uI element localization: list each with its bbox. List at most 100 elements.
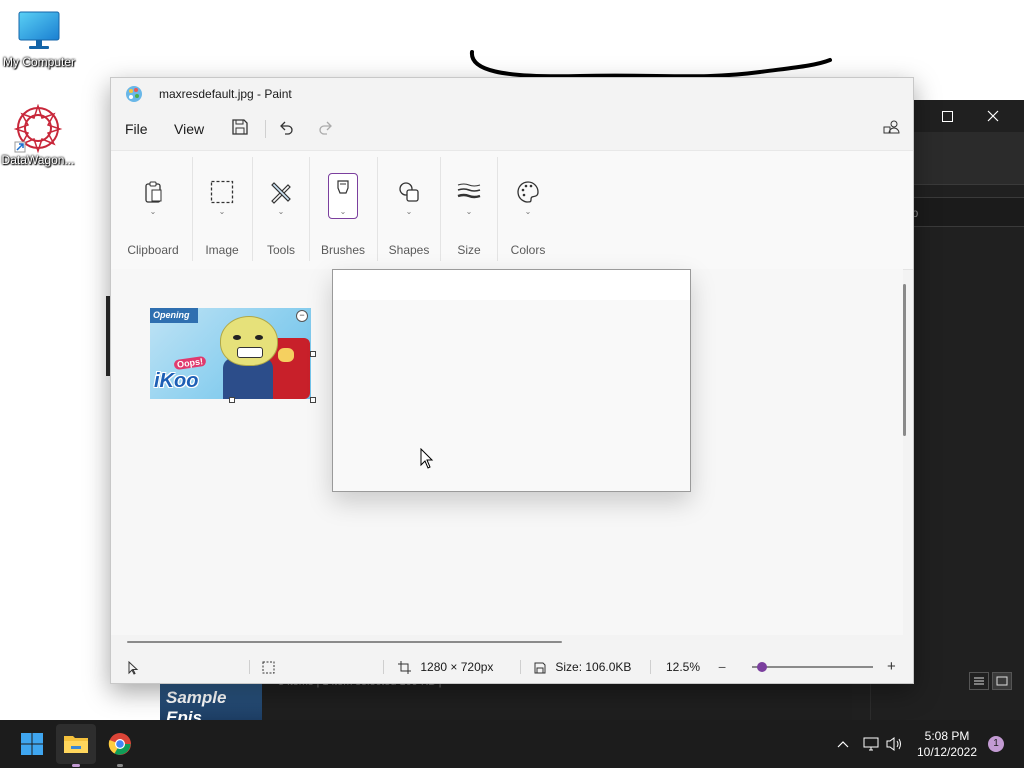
explorer-statusbar: Sample Epis 3 items | 1 item selected 10… <box>160 676 852 720</box>
image-close-badge: − <box>296 310 308 322</box>
image-canvas[interactable]: Opening − Oops! iKoo <box>150 308 311 399</box>
paint-app-icon <box>126 86 142 102</box>
blank-dialog[interactable] <box>332 269 691 492</box>
menu-view[interactable]: View <box>174 110 204 148</box>
status-divider <box>383 660 384 674</box>
resize-handle-corner[interactable] <box>310 397 316 403</box>
canvas-size: 1280 × 720px <box>398 651 493 683</box>
large-icons-view-icon <box>996 676 1008 686</box>
undo-icon <box>280 121 293 135</box>
start-button[interactable] <box>12 720 52 768</box>
details-view-button[interactable] <box>969 672 989 690</box>
opening-badge: Opening <box>150 308 198 323</box>
group-colors[interactable]: ⌄ Colors <box>498 151 558 269</box>
taskbar-chrome[interactable] <box>100 720 140 768</box>
running-app-indicator <box>117 764 123 767</box>
save-icon <box>232 119 248 135</box>
selection-icon <box>206 177 238 207</box>
shapes-icon <box>393 177 425 207</box>
menu-file[interactable]: File <box>125 110 148 148</box>
group-tools[interactable]: ⌄ Tools <box>253 151 309 269</box>
group-brushes[interactable]: ⌄ Brushes <box>310 151 376 269</box>
save-button[interactable] <box>231 118 253 140</box>
desktop-icon-my-computer[interactable]: My Computer <box>1 10 77 69</box>
selection-size <box>262 651 275 683</box>
group-label: Shapes <box>388 243 430 257</box>
zoom-slider-thumb[interactable] <box>756 662 767 672</box>
chevron-down-icon: ⌄ <box>405 207 413 216</box>
group-shapes[interactable]: ⌄ Shapes <box>378 151 440 269</box>
search-input[interactable]: op <box>902 197 1024 227</box>
clock[interactable]: 5:08 PM 10/12/2022 <box>912 728 982 760</box>
maximize-icon <box>941 110 953 122</box>
monitor-icon <box>18 11 60 49</box>
character-hand <box>278 348 294 362</box>
folder-icon <box>64 736 88 753</box>
notification-badge[interactable]: 1 <box>988 736 1004 752</box>
close-button[interactable] <box>970 100 1016 132</box>
thumbnail[interactable]: Sample Epis <box>160 682 262 720</box>
group-label: Size <box>457 243 481 257</box>
character-head <box>220 316 278 366</box>
undo-button[interactable] <box>277 118 299 140</box>
active-app-indicator <box>72 764 80 767</box>
tools-icon <box>265 177 297 207</box>
chevron-down-icon: ⌄ <box>149 207 157 216</box>
group-label: Brushes <box>320 243 366 257</box>
chevron-down-icon: ⌄ <box>465 207 473 216</box>
desktop-icon-label: DataWagon... <box>1 153 75 167</box>
paint-titlebar: maxresdefault.jpg - Paint <box>111 78 913 110</box>
logo-oops: Oops! <box>173 355 207 371</box>
chrome-icon <box>108 733 131 755</box>
mouse-cursor <box>420 448 434 469</box>
zoom-in-button[interactable]: + <box>887 651 896 683</box>
account-button[interactable] <box>883 118 905 140</box>
vertical-scrollbar[interactable] <box>903 284 906 436</box>
taskbar-file-explorer[interactable] <box>56 724 96 764</box>
zoom-level: 12.5% <box>666 660 701 674</box>
close-icon <box>987 110 999 122</box>
windows-logo-icon <box>21 733 43 755</box>
resize-handle-bottom[interactable] <box>229 397 235 403</box>
horizontal-scrollbar[interactable] <box>127 641 562 643</box>
redo-icon <box>319 121 332 135</box>
chevron-down-icon: ⌄ <box>218 207 226 216</box>
zoom-slider-track[interactable] <box>752 666 873 668</box>
desktop-icon-datawagon[interactable]: DataWagon... <box>0 103 76 167</box>
network-button[interactable] <box>860 720 882 768</box>
group-image[interactable]: ⌄ Image <box>193 151 251 269</box>
chevron-up-icon <box>837 741 849 748</box>
redo-button[interactable] <box>317 118 339 140</box>
group-label: Tools <box>266 243 295 257</box>
pointer-icon <box>128 660 139 675</box>
ribbon: ⌄ Clipboard ⌄ Image ⌄ Tools ⌄ Brushes ⌄ … <box>111 150 913 270</box>
paint-window: maxresdefault.jpg - Paint File View ⌄ Cl… <box>110 77 914 684</box>
show-hidden-icons-button[interactable] <box>832 720 854 768</box>
large-icons-view-button[interactable] <box>992 672 1012 690</box>
chevron-down-icon: ⌄ <box>339 207 347 216</box>
group-size[interactable]: ⌄ Size <box>441 151 497 269</box>
details-view-icon <box>974 677 984 685</box>
chevron-down-icon: ⌄ <box>277 207 285 216</box>
window-title: maxresdefault.jpg - Paint <box>159 87 292 101</box>
canvas-size-icon <box>398 661 411 675</box>
menu-bar: File View <box>111 110 913 148</box>
canvas-area[interactable]: Opening − Oops! iKoo <box>111 269 906 643</box>
status-divider <box>650 660 651 674</box>
speaker-icon <box>886 737 901 751</box>
status-divider <box>249 660 250 674</box>
taskbar: 5:08 PM 10/12/2022 1 <box>0 720 1024 768</box>
file-save-icon <box>534 662 546 674</box>
file-size: Size: 106.0KB <box>534 651 631 683</box>
resize-handle-right[interactable] <box>310 351 316 357</box>
logo-ikoo: iKoo <box>154 370 199 392</box>
status-bar: 1280 × 720px Size: 106.0KB 12.5% − + <box>111 651 913 683</box>
volume-button[interactable] <box>884 720 906 768</box>
zoom-out-button[interactable]: − <box>718 651 726 683</box>
group-clipboard[interactable]: ⌄ Clipboard <box>121 151 185 269</box>
file-size-text: Size: 106.0KB <box>555 660 632 674</box>
maximize-button[interactable] <box>924 100 970 132</box>
canvas-dimensions: 1280 × 720px <box>420 660 494 674</box>
group-label: Image <box>205 243 239 257</box>
status-divider <box>520 660 521 674</box>
